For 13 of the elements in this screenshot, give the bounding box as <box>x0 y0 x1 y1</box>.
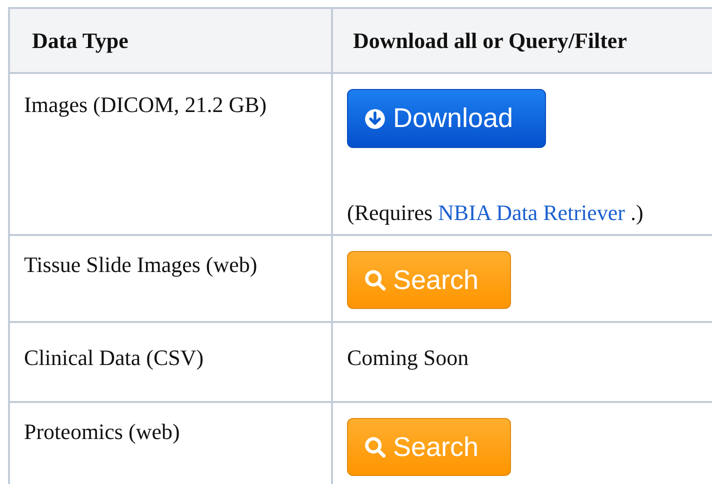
download-button[interactable]: Download <box>347 89 546 148</box>
status-text: Coming Soon <box>347 345 469 370</box>
data-type-text: Images (DICOM, 21.2 GB) <box>24 92 267 117</box>
data-type-text: Clinical Data (CSV) <box>24 345 204 370</box>
column-header: Data Type <box>32 28 128 54</box>
data-type-text: Tissue Slide Images (web) <box>24 252 258 277</box>
nbia-data-retriever-link[interactable]: NBIA Data Retriever <box>438 200 625 225</box>
requirement-note: (Requires NBIA Data Retriever .) <box>347 200 644 226</box>
search-icon <box>364 269 386 291</box>
search-icon <box>364 436 386 458</box>
column-header: Download all or Query/Filter <box>353 28 627 52</box>
data-type-text: Proteomics (web) <box>24 419 180 444</box>
download-icon <box>364 108 386 130</box>
